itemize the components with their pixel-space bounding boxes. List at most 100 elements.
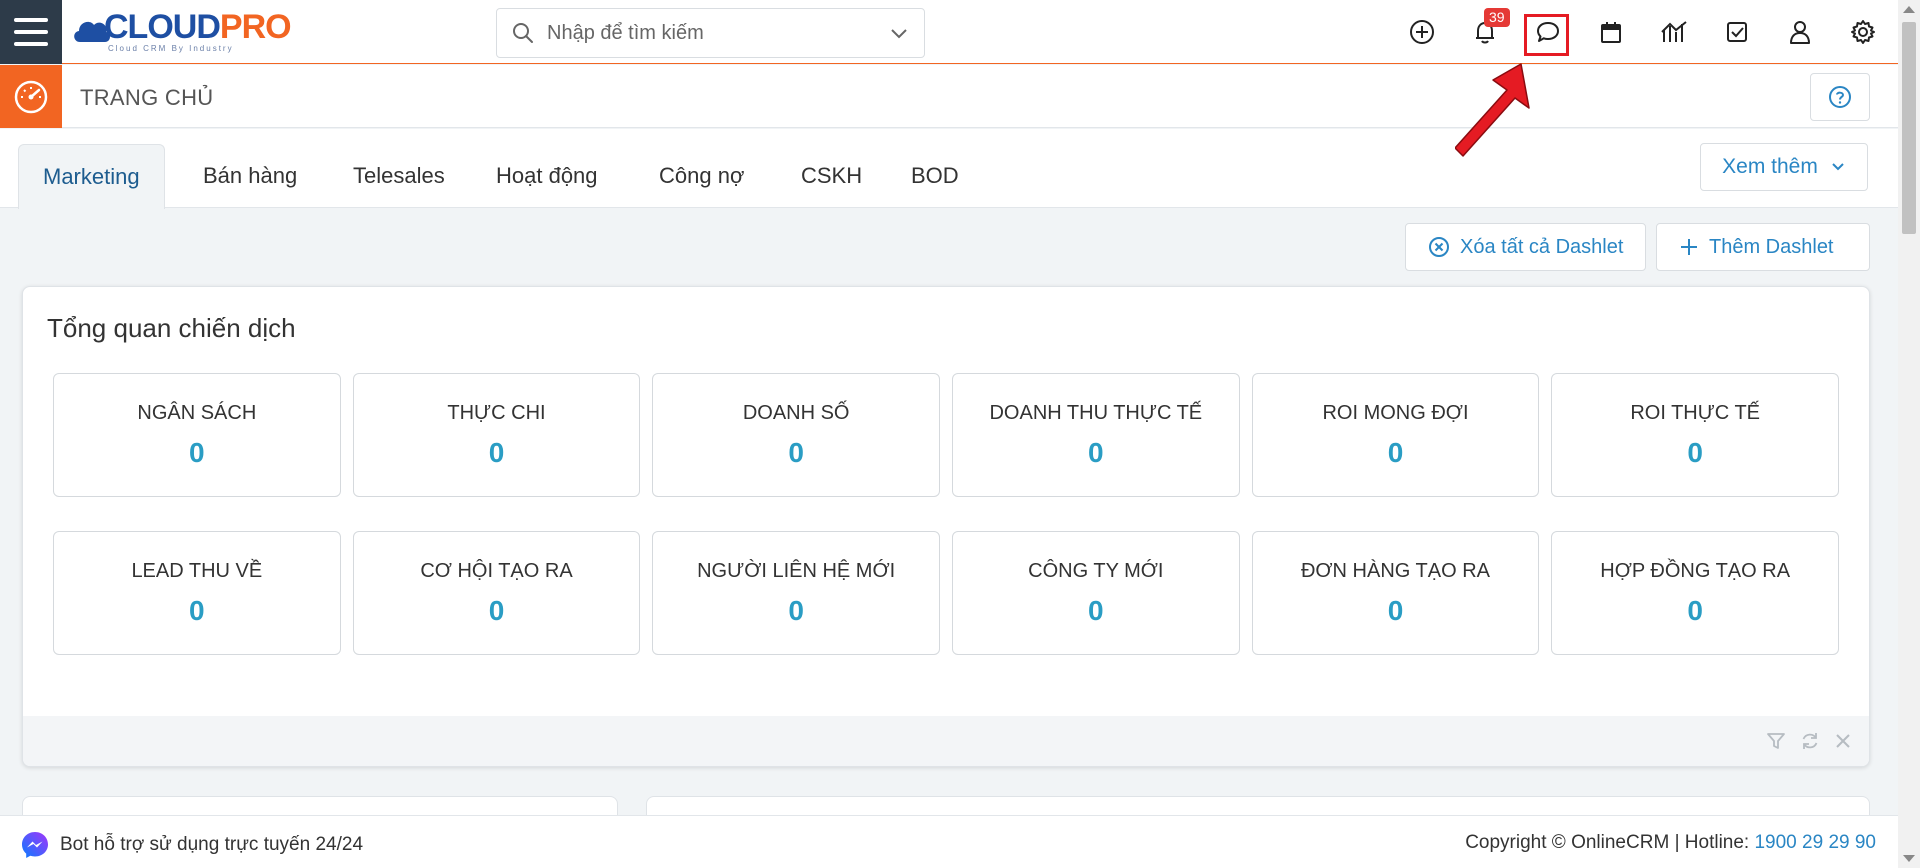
status-bar: Bot hỗ trợ sử dụng trực tuyến 24/24 Copy… — [0, 815, 1898, 868]
breadcrumb-bar: TRANG CHỦ — [0, 65, 1898, 128]
kpi-label: THỰC CHI — [447, 401, 546, 424]
copyright-label: Copyright © OnlineCRM — [1465, 832, 1670, 853]
dashboard-nav-button[interactable] — [0, 65, 62, 128]
reports-button[interactable] — [1656, 14, 1692, 50]
kpi-value: 0 — [488, 594, 505, 626]
scroll-thumb[interactable] — [1902, 22, 1916, 234]
kpi-label: ROI THỰC TẾ — [1630, 401, 1760, 424]
kpi-card-roi-thuc-te[interactable]: ROI THỰC TẾ 0 — [1551, 373, 1839, 497]
gear-icon — [1851, 20, 1875, 44]
hotline-link[interactable]: 1900 29 29 90 — [1754, 832, 1876, 853]
clear-all-label: Xóa tất cả Dashlet — [1460, 235, 1624, 258]
kpi-label: CƠ HỘI TẠO RA — [420, 559, 573, 582]
kpi-label: HỢP ĐỒNG TẠO RA — [1600, 559, 1791, 582]
tasks-button[interactable] — [1719, 14, 1755, 50]
kpi-label: NGÂN SÁCH — [137, 401, 257, 424]
kpi-value: 0 — [1088, 436, 1104, 468]
kpi-label: ĐƠN HÀNG TẠO RA — [1300, 559, 1490, 582]
help-button[interactable] — [1810, 73, 1870, 121]
scroll-up-arrow[interactable] — [1903, 6, 1915, 13]
search-input[interactable] — [547, 21, 888, 45]
notification-count-badge: 39 — [1484, 8, 1510, 28]
logo-text: CLOUDPRO — [104, 7, 292, 46]
kpi-card-cong-ty-moi[interactable]: CÔNG TY MỚI 0 — [951, 531, 1240, 655]
plus-circle-icon — [1410, 20, 1434, 44]
user-icon — [1790, 21, 1810, 44]
kpi-value: 0 — [1088, 594, 1104, 626]
logo-text-cloud: CLOUD — [104, 7, 221, 46]
profile-button[interactable] — [1782, 14, 1818, 50]
kpi-card-thuc-chi[interactable]: THỰC CHI 0 — [352, 373, 641, 497]
kpi-label: LEAD THU VỀ — [131, 559, 263, 582]
kpi-label: ROI MONG ĐỢI — [1322, 401, 1469, 424]
help-icon — [1829, 86, 1851, 108]
menu-toggle-button[interactable] — [0, 0, 62, 64]
add-dashlet-button[interactable]: Thêm Dashlet — [1656, 223, 1870, 271]
kpi-label: DOANH THU THỰC TẾ — [989, 401, 1203, 424]
tab-marketing[interactable]: Marketing — [18, 144, 165, 209]
dashboard-tabs: Marketing Bán hàng Telesales Hoạt động C… — [0, 129, 1898, 209]
quick-create-button[interactable] — [1404, 14, 1440, 50]
support-bot-text: Bot hỗ trợ sử dụng trực tuyến 24/24 — [60, 834, 364, 855]
scroll-down-arrow[interactable] — [1903, 855, 1915, 862]
kpi-card-nguoi-lien-he-moi[interactable]: NGƯỜI LIÊN HỆ MỚI 0 — [652, 531, 940, 655]
search-icon — [513, 23, 533, 43]
kpi-card-lead-thu-ve[interactable]: LEAD THU VỀ 0 — [53, 531, 341, 655]
hamburger-line — [14, 30, 48, 34]
kpi-label: DOANH SỐ — [742, 401, 850, 424]
kpi-value: 0 — [1687, 436, 1703, 468]
messenger-icon — [22, 832, 48, 858]
checkbox-icon — [1727, 22, 1747, 42]
kpi-value: 0 — [189, 594, 205, 626]
kpi-grid: NGÂN SÁCH 0 THỰC CHI 0 DOANH SỐ 0 DOANH … — [53, 373, 1839, 655]
kpi-card-doanh-thu-thuc-te[interactable]: DOANH THU THỰC TẾ 0 — [951, 373, 1240, 497]
close-circle-icon — [1429, 237, 1449, 257]
tab-hoat-dong[interactable]: Hoạt động — [496, 144, 598, 208]
kpi-label: CÔNG TY MỚI — [1028, 559, 1164, 582]
logo-text-pro: PRO — [219, 7, 292, 46]
kpi-card-don-hang-tao-ra[interactable]: ĐƠN HÀNG TẠO RA 0 — [1251, 531, 1540, 655]
kpi-label: NGƯỜI LIÊN HỆ MỚI — [697, 559, 896, 582]
kpi-card-ngan-sach[interactable]: NGÂN SÁCH 0 — [53, 373, 341, 497]
chevron-down-icon[interactable] — [888, 22, 910, 44]
kpi-card-doanh-so[interactable]: DOANH SỐ 0 — [652, 373, 940, 497]
support-bot-link[interactable]: Bot hỗ trợ sử dụng trực tuyến 24/24 — [20, 830, 363, 860]
page-scrollbar[interactable] — [1898, 0, 1920, 868]
more-tabs-button[interactable]: Xem thêm — [1700, 143, 1868, 191]
red-arrow-annotation — [1455, 63, 1530, 157]
tab-cong-no[interactable]: Công nợ — [659, 144, 744, 208]
kpi-value: 0 — [788, 436, 804, 468]
clear-all-dashlets-button[interactable]: Xóa tất cả Dashlet — [1405, 223, 1647, 271]
hamburger-line — [14, 18, 48, 22]
add-dashlet-label: Thêm Dashlet — [1709, 235, 1834, 258]
kpi-card-co-hoi-tao-ra[interactable]: CƠ HỘI TẠO RA 0 — [352, 531, 641, 655]
settings-button[interactable] — [1845, 14, 1881, 50]
close-icon[interactable] — [1833, 731, 1853, 751]
copyright-text: Copyright © OnlineCRM | Hotline: 1900 29… — [1465, 832, 1876, 854]
hamburger-line — [14, 42, 48, 46]
more-tabs-label: Xem thêm — [1722, 155, 1818, 178]
chevron-down-icon — [1832, 163, 1844, 171]
refresh-icon[interactable] — [1799, 730, 1821, 752]
dashlet-footer — [23, 716, 1869, 766]
tab-bod[interactable]: BOD — [911, 144, 959, 208]
dashlet-title: Tổng quan chiến dịch — [47, 313, 296, 343]
page-title: TRANG CHỦ — [80, 85, 214, 110]
kpi-value: 0 — [788, 594, 804, 626]
kpi-value: 0 — [1387, 436, 1404, 468]
logo[interactable]: CLOUDPRO Cloud CRM By Industry — [70, 6, 292, 56]
kpi-card-hop-dong-tao-ra[interactable]: HỢP ĐỒNG TẠO RA 0 — [1551, 531, 1839, 655]
filter-icon[interactable] — [1765, 730, 1787, 752]
global-search[interactable] — [496, 8, 925, 58]
kpi-value: 0 — [488, 436, 505, 468]
tab-cskh[interactable]: CSKH — [801, 144, 862, 208]
tab-telesales[interactable]: Telesales — [353, 144, 445, 208]
kpi-card-roi-mong-doi[interactable]: ROI MONG ĐỢI 0 — [1251, 373, 1540, 497]
calendar-button[interactable] — [1593, 14, 1629, 50]
kpi-value: 0 — [1687, 594, 1703, 626]
separator: | — [1674, 832, 1680, 853]
hotline-label: Hotline: — [1684, 832, 1750, 853]
tab-ban-hang[interactable]: Bán hàng — [203, 144, 297, 208]
campaign-overview-dashlet: Tổng quan chiến dịch NGÂN SÁCH 0 THỰC CH… — [22, 286, 1870, 767]
chart-icon — [1661, 21, 1687, 42]
